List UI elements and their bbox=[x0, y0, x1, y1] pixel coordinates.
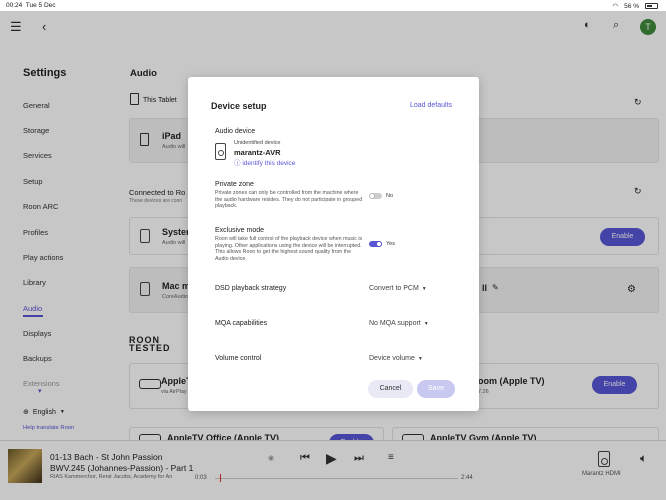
question-icon: ⓘ bbox=[234, 160, 241, 167]
volume-control-select[interactable]: Device volume ▼ bbox=[369, 355, 423, 362]
dialog-title: Device setup bbox=[211, 101, 267, 111]
private-zone-value: No bbox=[386, 193, 394, 199]
exclusive-mode-value: Yes bbox=[386, 241, 395, 247]
mqa-select[interactable]: No MQA support ▼ bbox=[369, 320, 429, 327]
dsd-strategy-select[interactable]: Convert to PCM ▼ bbox=[369, 285, 427, 292]
exclusive-mode-description: Roon will take full control of the playb… bbox=[215, 236, 363, 262]
caret-down-icon: ▼ bbox=[417, 356, 423, 362]
dsd-strategy-label: DSD playback strategy bbox=[215, 285, 287, 292]
private-zone-toggle[interactable] bbox=[369, 193, 382, 199]
identify-device-link[interactable]: ⓘ identify this device bbox=[234, 157, 295, 167]
device-name: marantz-AVR bbox=[234, 148, 281, 157]
wifi-icon: ◠ bbox=[612, 3, 619, 10]
status-time: 00:24 bbox=[6, 2, 23, 9]
caret-down-icon: ▼ bbox=[421, 286, 427, 292]
mqa-label: MQA capabilities bbox=[215, 320, 268, 327]
volume-control-label: Volume control bbox=[215, 355, 262, 362]
speaker-icon bbox=[215, 143, 226, 160]
status-bar: 00:24 Tue 5 Dec ◠ 56 % bbox=[0, 0, 666, 11]
audio-device-label: Audio device bbox=[215, 128, 256, 135]
device-status: Unidentified device bbox=[234, 140, 281, 146]
caret-down-icon: ▼ bbox=[423, 321, 429, 327]
device-setup-dialog: Device setup Load defaults Audio device … bbox=[188, 77, 479, 411]
save-button[interactable]: Save bbox=[417, 380, 455, 398]
battery-percent: 56 % bbox=[624, 2, 639, 10]
status-date: Tue 5 Dec bbox=[25, 2, 56, 9]
cancel-button[interactable]: Cancel bbox=[368, 380, 413, 398]
exclusive-mode-label: Exclusive mode bbox=[215, 227, 265, 234]
battery-icon bbox=[645, 3, 658, 9]
private-zone-label: Private zone bbox=[215, 181, 254, 188]
load-defaults-link[interactable]: Load defaults bbox=[410, 102, 452, 109]
exclusive-mode-toggle[interactable] bbox=[369, 241, 382, 247]
private-zone-description: Private zones can only be controlled fro… bbox=[215, 190, 363, 209]
